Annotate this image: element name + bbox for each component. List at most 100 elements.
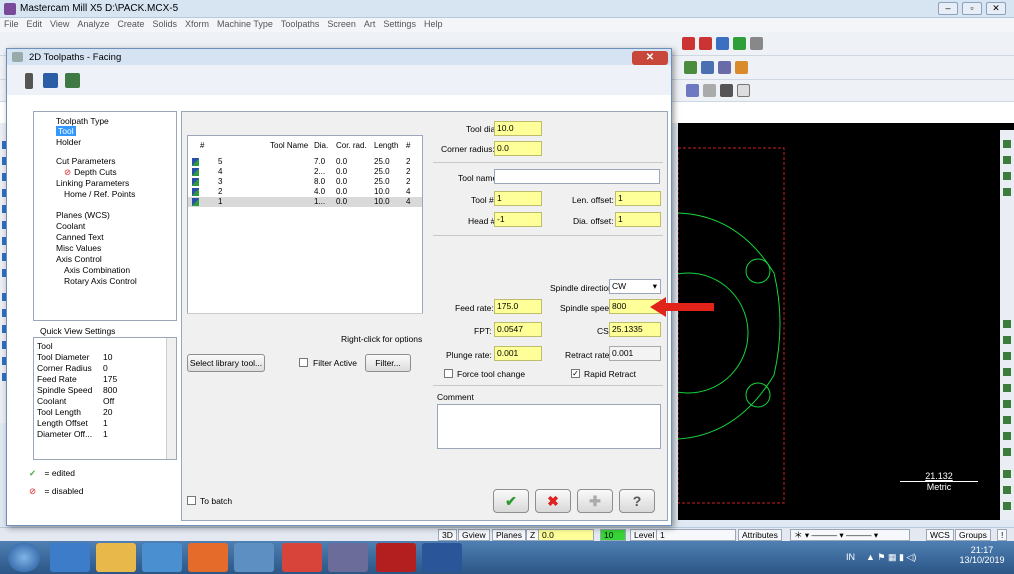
filter-active-checkbox[interactable] [299, 358, 308, 367]
cs-field[interactable]: 25.1335 [609, 322, 661, 337]
col-length[interactable]: Length [374, 141, 398, 150]
to-batch-checkbox[interactable] [187, 496, 196, 505]
tree-item-axis-combination[interactable]: Axis Combination [64, 265, 130, 275]
force-tool-change-checkbox[interactable] [444, 369, 453, 378]
attributes-button[interactable]: Attributes [738, 529, 782, 541]
save-icon[interactable] [43, 73, 58, 88]
start-button[interactable] [8, 543, 40, 572]
z-value-field[interactable]: 0.0 [538, 529, 594, 541]
menu-item-view[interactable]: View [46, 18, 73, 29]
col-cor-rad[interactable]: Cor. rad. [336, 141, 367, 150]
tray-icons[interactable]: ▲ ⚑ ▦ ▮ ◁) [866, 552, 916, 563]
menu-item-edit[interactable]: Edit [23, 18, 47, 29]
level-value-field[interactable]: 1 [656, 529, 736, 541]
dia-offset-field[interactable]: 1 [615, 212, 661, 227]
word-icon[interactable] [422, 543, 462, 572]
spindle-direction-select[interactable]: CW ▾ [609, 279, 661, 294]
feed-rate-field[interactable]: 175.0 [494, 299, 542, 314]
dialog-close-button[interactable]: ✕ [632, 51, 668, 65]
col-dia[interactable]: Dia. [314, 141, 328, 150]
media-icon[interactable] [142, 543, 182, 572]
maximize-button[interactable]: ▫ [962, 2, 982, 15]
corner-radius-field[interactable]: 0.0 [494, 141, 542, 156]
tool-table[interactable]: # Tool Name Dia. Cor. rad. Length # 5 7.0… [187, 135, 423, 325]
groups-button[interactable]: Groups [955, 529, 991, 541]
acrobat-icon[interactable] [376, 543, 416, 572]
col-tool-name[interactable]: Tool Name [270, 141, 308, 150]
menu-item-xform[interactable]: Xform [181, 18, 213, 29]
toolpath-type-icon[interactable] [25, 73, 33, 89]
menu-item-machine-type[interactable]: Machine Type [213, 18, 277, 29]
tool-manager-icon[interactable] [65, 73, 80, 88]
help-button[interactable]: ? [619, 489, 655, 513]
tree-item-misc-values[interactable]: Misc Values [56, 243, 101, 253]
tool-row[interactable]: 5 7.0 0.0 25.0 2 [188, 157, 422, 167]
tree-item-home-ref-points[interactable]: Home / Ref. Points [64, 189, 135, 199]
menu-item-create[interactable]: Create [113, 18, 148, 29]
col-num[interactable]: # [200, 141, 204, 150]
retract-rate-field[interactable]: 0.001 [609, 346, 661, 361]
menu-item-solids[interactable]: Solids [148, 18, 181, 29]
len-offset-field[interactable]: 1 [615, 191, 661, 206]
menu-item-help[interactable]: Help [420, 18, 447, 29]
menu-item-analyze[interactable]: Analyze [73, 18, 113, 29]
toolbar-icons-right[interactable] [680, 37, 765, 50]
info-button[interactable]: ! [997, 529, 1008, 541]
filter-button[interactable]: Filter... [365, 354, 411, 372]
close-window-button[interactable]: ✕ [986, 2, 1006, 15]
menu-item-screen[interactable]: Screen [323, 18, 360, 29]
tool-name-field[interactable] [494, 169, 660, 184]
explorer-icon[interactable] [96, 543, 136, 572]
chrome-icon[interactable] [282, 543, 322, 572]
tree-item-linking-parameters[interactable]: Linking Parameters [56, 178, 129, 188]
tree-item-toolpath-type[interactable]: Toolpath Type [56, 116, 109, 126]
tree-item-planes-wcs[interactable]: Planes (WCS) [56, 210, 110, 220]
col-flutes[interactable]: # [406, 141, 410, 150]
tree-item-rotary-axis-control[interactable]: Rotary Axis Control [64, 276, 137, 286]
rapid-retract-checkbox[interactable]: ✓ [571, 369, 580, 378]
mastercam-icon[interactable] [328, 543, 368, 572]
tree-item-canned-text[interactable]: Canned Text [56, 232, 104, 242]
tool-number-field[interactable]: 1 [494, 191, 542, 206]
gview-button[interactable]: Gview [458, 529, 490, 541]
clock[interactable]: 21:17 13/10/2019 [956, 545, 1008, 565]
menu-item-settings[interactable]: Settings [379, 18, 420, 29]
tree-item-depth-cuts[interactable]: ⊘ Depth Cuts [64, 167, 117, 178]
menu-item-art[interactable]: Art [360, 18, 380, 29]
tool-row[interactable]: 4 2... 0.0 25.0 2 [188, 167, 422, 177]
menu-item-file[interactable]: File [0, 18, 23, 29]
line-style-dropdown[interactable]: ＊ ▾ ——— ▾ ——— ▾ [790, 529, 910, 541]
tree-item-holder[interactable]: Holder [56, 137, 81, 147]
select-library-tool-button[interactable]: Select library tool... [187, 354, 265, 372]
plunge-rate-field[interactable]: 0.001 [494, 346, 542, 361]
language-indicator[interactable]: IN [846, 552, 855, 562]
tree-item-axis-control[interactable]: Axis Control [56, 254, 102, 264]
add-button[interactable]: ✚ [577, 489, 613, 513]
level-number-field[interactable]: 10 [600, 529, 626, 541]
ok-button[interactable]: ✔ [493, 489, 529, 513]
level-button[interactable]: Level [630, 529, 659, 541]
graphics-viewport[interactable]: 21.132 Metric [678, 123, 1014, 520]
fpt-field[interactable]: 0.0547 [494, 322, 542, 337]
tool-row[interactable]: 1 1... 0.0 10.0 4 [188, 197, 422, 207]
toolbar-icons-shade[interactable] [684, 84, 752, 97]
tool-table-scrollbar[interactable] [187, 313, 423, 325]
comment-field[interactable] [437, 404, 661, 449]
ie-icon[interactable] [50, 543, 90, 572]
tree-item-cut-parameters[interactable]: Cut Parameters [56, 156, 116, 166]
planes-button[interactable]: Planes [492, 529, 526, 541]
cancel-button[interactable]: ✖ [535, 489, 571, 513]
paint-icon[interactable] [234, 543, 274, 572]
wcs-button[interactable]: WCS [926, 529, 954, 541]
toolbar-icons-view[interactable] [682, 61, 750, 74]
tree-item-coolant[interactable]: Coolant [56, 221, 85, 231]
3d-button[interactable]: 3D [438, 529, 457, 541]
minimize-button[interactable]: – [938, 2, 958, 15]
firefox-icon[interactable] [188, 543, 228, 572]
menu-item-toolpaths[interactable]: Toolpaths [277, 18, 324, 29]
head-number-field[interactable]: -1 [494, 212, 542, 227]
tool-row[interactable]: 2 4.0 0.0 10.0 4 [188, 187, 422, 197]
tool-row[interactable]: 3 8.0 0.0 25.0 2 [188, 177, 422, 187]
tool-dia-field[interactable]: 10.0 [494, 121, 542, 136]
tree-item-tool[interactable]: Tool [56, 126, 76, 136]
